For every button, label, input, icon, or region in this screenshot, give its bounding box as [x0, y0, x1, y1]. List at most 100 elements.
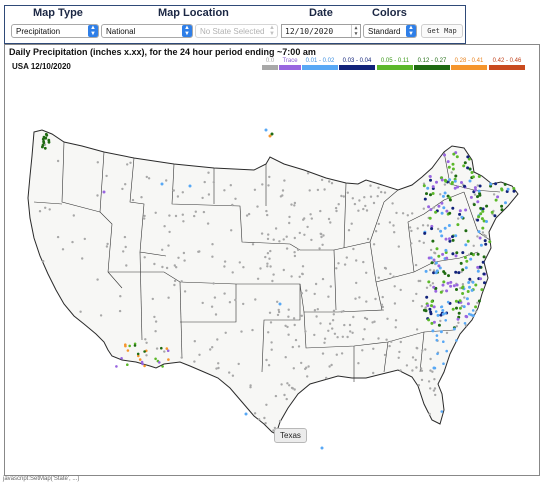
station-dot: [213, 296, 217, 299]
station-dot: [481, 231, 485, 234]
station-dot: [461, 283, 465, 286]
station-dot: [251, 243, 255, 246]
station-dot: [293, 201, 297, 205]
station-dot: [234, 298, 237, 302]
station-dot: [298, 275, 301, 278]
station-dot: [337, 203, 340, 206]
station-dot: [429, 310, 433, 314]
station-dot: [323, 188, 326, 191]
station-dot: [188, 184, 192, 188]
station-dot: [479, 277, 483, 281]
station-dot: [168, 230, 171, 234]
station-dot: [426, 186, 430, 190]
station-dot: [357, 209, 360, 212]
station-dot: [469, 252, 473, 256]
spinner-icon[interactable]: ▲ ▼: [351, 25, 360, 37]
station-dot: [376, 195, 379, 198]
station-dot: [374, 230, 378, 233]
station-dot: [426, 304, 430, 308]
station-dot: [267, 233, 270, 236]
station-dot: [282, 268, 285, 272]
station-dot: [496, 195, 500, 199]
station-dot: [153, 262, 156, 266]
station-dot: [193, 360, 196, 363]
station-dot: [267, 331, 270, 334]
station-dot: [468, 277, 472, 281]
station-dot: [198, 353, 201, 356]
station-dot: [165, 179, 168, 182]
station-dot: [445, 256, 449, 260]
station-dot: [140, 360, 144, 364]
station-dot: [430, 321, 434, 325]
get-map-button[interactable]: Get Map: [421, 24, 463, 38]
station-dot: [234, 197, 237, 200]
station-dot: [120, 357, 123, 360]
station-dot: [288, 221, 291, 225]
date-field[interactable]: 12/10/2020 ▲ ▼: [281, 24, 361, 38]
station-dot: [399, 288, 402, 292]
station-dot: [247, 212, 251, 216]
station-dot: [313, 292, 316, 296]
station-dot: [476, 218, 480, 222]
station-dot: [440, 410, 444, 413]
colors-select[interactable]: Standard ▲ ▼: [363, 24, 417, 38]
station-dot: [483, 239, 487, 243]
station-dot: [342, 195, 345, 198]
station-dot: [287, 333, 290, 336]
station-dot: [286, 382, 289, 385]
legend-swatch: [377, 65, 413, 70]
station-dot: [180, 356, 183, 359]
map-location-select[interactable]: National ▲ ▼: [101, 24, 193, 38]
station-dot: [468, 285, 471, 289]
station-dot: [372, 347, 375, 350]
station-dot: [466, 290, 470, 293]
map-type-select[interactable]: Precipitation ▲ ▼: [11, 24, 99, 38]
station-dot: [224, 331, 227, 334]
legend-item: 0.03 - 0.04: [339, 58, 375, 72]
chevron-updown-icon: ▲ ▼: [88, 25, 98, 37]
station-dot: [420, 378, 424, 382]
station-dot: [269, 321, 273, 324]
station-dot: [310, 217, 313, 220]
station-dot: [454, 254, 458, 258]
station-dot: [331, 327, 334, 330]
station-dot: [365, 300, 368, 303]
station-dot: [365, 271, 368, 274]
station-dot: [446, 281, 450, 285]
station-dot: [421, 349, 424, 352]
legend-swatch: [451, 65, 487, 70]
station-dot: [251, 328, 254, 332]
station-dot: [266, 252, 270, 255]
station-dot: [330, 363, 333, 367]
station-dot: [420, 305, 424, 308]
station-dot: [118, 309, 122, 313]
station-dot: [206, 222, 210, 225]
station-dot: [432, 389, 436, 392]
station-dot: [115, 365, 118, 368]
station-dot: [474, 310, 478, 313]
station-dot: [56, 235, 60, 239]
station-dot: [419, 279, 422, 283]
station-dot: [471, 280, 475, 284]
station-dot: [193, 214, 196, 218]
station-dot: [460, 181, 463, 184]
station-dot: [456, 317, 460, 321]
us-precipitation-map[interactable]: [4, 72, 534, 472]
station-dot: [465, 297, 469, 301]
legend-swatch: [339, 65, 375, 70]
station-dot: [439, 229, 443, 233]
station-dot: [467, 281, 471, 284]
state-select[interactable]: No State Selected ▲ ▼: [195, 24, 278, 38]
station-dot: [435, 334, 439, 337]
station-dot: [340, 194, 343, 198]
station-dot: [230, 229, 233, 232]
station-dot: [328, 322, 332, 325]
station-dot: [47, 138, 51, 142]
station-dot: [428, 307, 432, 311]
station-dot: [483, 281, 486, 285]
station-dot: [457, 271, 461, 275]
station-dot: [304, 330, 307, 333]
station-dot: [437, 323, 441, 327]
legend-label: 0.42 - 0.46: [492, 58, 522, 64]
station-dot: [124, 245, 127, 249]
